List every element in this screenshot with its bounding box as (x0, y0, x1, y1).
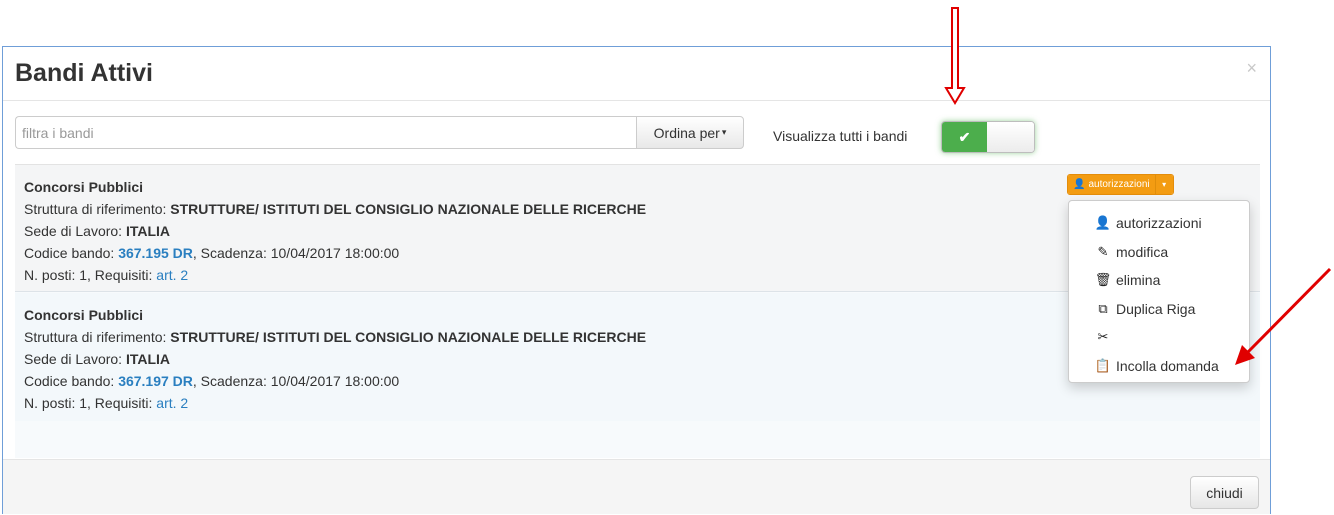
item-location: Sede di Lavoro: ITALIA (24, 348, 1251, 370)
code-link[interactable]: 367.197 DR (118, 373, 193, 389)
show-all-label: Visualizza tutti i bandi (773, 128, 908, 144)
location-label: Sede di Lavoro: (24, 351, 126, 367)
menu-item-label: Duplica Riga (1116, 300, 1196, 317)
deadline-label: , Scadenza: (192, 373, 271, 389)
requirements-link[interactable]: art. 2 (156, 267, 188, 283)
deadline-label: , Scadenza: (192, 245, 271, 261)
menu-item-modifica[interactable]: ✎ modifica (1069, 238, 1249, 267)
item-posts: N. posti: 1, Requisiti: art. 2 (24, 264, 1251, 286)
toggle-check-icon: ✔ (942, 122, 987, 152)
toolbar: Ordina per ▾ Visualizza tutti i bandi ✔ (15, 116, 1260, 153)
structure-value: STRUTTURE/ ISTITUTI DEL CONSIGLIO NAZION… (170, 201, 647, 217)
item-title: Concorsi Pubblici (24, 307, 144, 323)
scissors-icon: ✂ (1097, 329, 1109, 345)
modal-footer: chiudi (3, 459, 1270, 514)
actions-dropdown-menu: 👤 autorizzazioni ✎ modifica 🗑 elimina ⧉ … (1068, 200, 1250, 383)
copy-icon: ⧉ (1098, 300, 1108, 316)
menu-item-label: autorizzazioni (1116, 215, 1202, 232)
pencil-icon: ✎ (1097, 243, 1109, 259)
authorizations-button[interactable]: 👤 autorizzazioni (1068, 175, 1155, 194)
toggle-off-side (987, 122, 1034, 152)
order-by-button[interactable]: Ordina per ▾ (636, 116, 744, 149)
modal-header: Bandi Attivi × (3, 47, 1270, 101)
authorizations-button-label: autorizzazioni (1088, 179, 1150, 190)
posts-label: N. posti: 1, Requisiti: (24, 267, 157, 283)
filter-input[interactable] (15, 116, 637, 149)
user-icon: 👤 (1094, 215, 1112, 231)
code-label: Codice bando: (24, 245, 119, 261)
menu-item-label: elimina (1116, 272, 1161, 289)
item-posts: N. posti: 1, Requisiti: art. 2 (24, 392, 1251, 414)
location-value: ITALIA (125, 223, 171, 239)
menu-item-cut[interactable]: ✂ (1069, 323, 1249, 352)
structure-label: Struttura di riferimento: (24, 201, 171, 217)
item-code: Codice bando: 367.195 DR, Scadenza: 10/0… (24, 242, 1251, 264)
menu-item-label: Incolla domanda (1116, 357, 1219, 374)
deadline-value: 10/04/2017 18:00:00 (270, 245, 400, 261)
location-label: Sede di Lavoro: (24, 223, 126, 239)
code-label: Codice bando: (24, 373, 119, 389)
caret-down-icon: ▾ (721, 127, 727, 137)
item-location: Sede di Lavoro: ITALIA (24, 220, 1251, 242)
structure-value: STRUTTURE/ ISTITUTI DEL CONSIGLIO NAZION… (170, 329, 647, 345)
requirements-link[interactable]: art. 2 (156, 395, 188, 411)
menu-item-elimina[interactable]: 🗑 elimina (1069, 266, 1249, 295)
structure-label: Struttura di riferimento: (24, 329, 171, 345)
menu-item-autorizzazioni[interactable]: 👤 autorizzazioni (1069, 209, 1249, 238)
location-value: ITALIA (125, 351, 171, 367)
user-icon: 👤 (1073, 179, 1086, 190)
item-structure: Struttura di riferimento: STRUTTURE/ IST… (24, 326, 1251, 348)
menu-item-duplica-riga[interactable]: ⧉ Duplica Riga (1069, 295, 1249, 324)
paste-icon: 📋 (1094, 357, 1112, 373)
deadline-value: 10/04/2017 18:00:00 (270, 373, 400, 389)
show-all-toggle[interactable]: ✔ (941, 121, 1035, 153)
item-code: Codice bando: 367.197 DR, Scadenza: 10/0… (24, 370, 1251, 392)
menu-item-incolla-domanda[interactable]: 📋 Incolla domanda (1069, 352, 1249, 381)
posts-label: N. posti: 1, Requisiti: (24, 395, 157, 411)
close-icon[interactable]: × (1246, 58, 1257, 78)
code-link[interactable]: 367.195 DR (118, 245, 193, 261)
authorizations-split-button: 👤 autorizzazioni ▾ (1067, 174, 1174, 195)
modal-title: Bandi Attivi (15, 59, 153, 87)
item-structure: Struttura di riferimento: STRUTTURE/ IST… (24, 198, 1251, 220)
order-by-label: Ordina per (653, 124, 720, 141)
caret-down-icon[interactable]: ▾ (1154, 175, 1173, 194)
close-button[interactable]: chiudi (1190, 476, 1259, 509)
menu-item-label: modifica (1116, 243, 1169, 260)
trash-icon: 🗑 (1094, 272, 1112, 288)
